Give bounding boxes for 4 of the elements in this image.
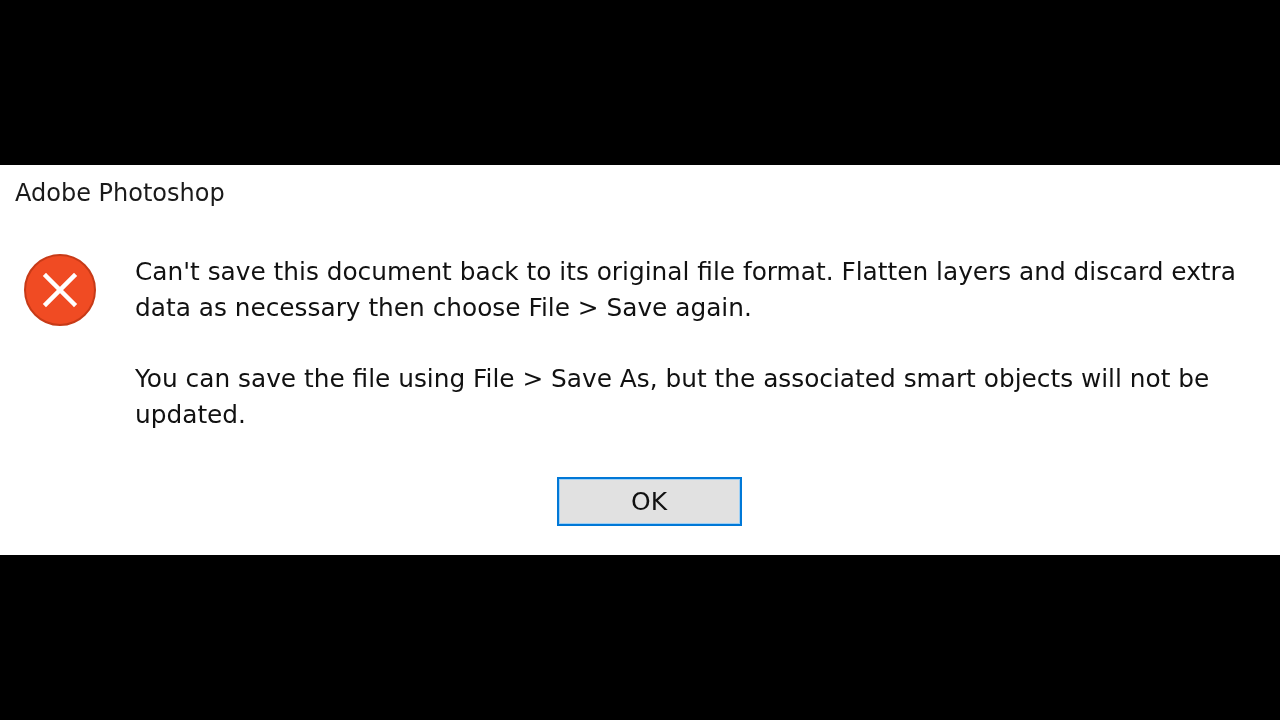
message-text: You can save the file using File > Save As, but the associated smart objects will not be updated. [135,363,1211,431]
message-text: Can't save this document back to its original file format. Flatten layers and discard extra data as necessary then choose File > Save again. [135,256,1237,324]
ok-button[interactable]: OK [556,477,742,526]
dialog-title: Adobe Photoshop [14,178,225,209]
